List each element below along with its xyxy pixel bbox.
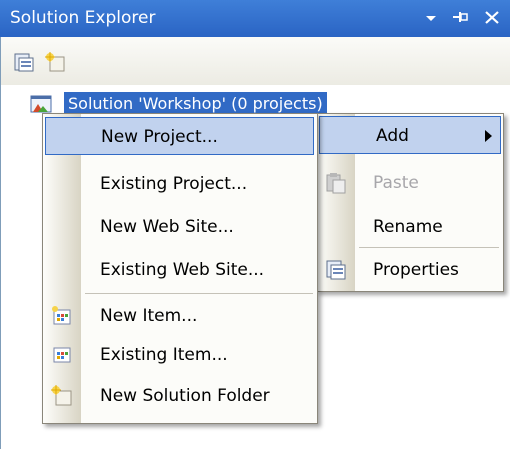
menu-item-add[interactable]: Add (319, 116, 501, 154)
menu-item-rename[interactable]: Rename (317, 208, 503, 246)
panel-border (0, 37, 1, 449)
menu-item-label: New Item... (100, 306, 198, 326)
context-menu: Add Paste Rename Properties (316, 113, 504, 292)
dropdown-arrow-icon[interactable] (421, 6, 441, 28)
title-bar: Solution Explorer (0, 0, 510, 37)
menu-item-properties[interactable]: Properties (317, 251, 503, 289)
menu-item-label: New Project... (101, 127, 218, 147)
menu-item-label: Existing Project... (100, 174, 248, 194)
show-all-files-icon[interactable] (44, 51, 66, 73)
menu-item-label: Rename (373, 217, 443, 237)
menu-item-new-web-site[interactable]: New Web Site... (43, 208, 317, 246)
paste-icon (326, 173, 346, 194)
menu-item-label: Properties (373, 260, 459, 280)
menu-item-label: New Solution Folder (100, 386, 270, 406)
menu-item-existing-web-site[interactable]: Existing Web Site... (43, 251, 317, 289)
add-submenu: New Project... Existing Project... New W… (42, 113, 318, 424)
window-title: Solution Explorer (10, 8, 156, 28)
menu-separator (85, 293, 313, 294)
menu-item-label: Paste (373, 173, 419, 193)
menu-item-label: New Web Site... (100, 217, 234, 237)
menu-item-paste[interactable]: Paste (317, 164, 503, 202)
existing-item-icon (53, 347, 71, 363)
menu-item-label: Existing Web Site... (100, 260, 265, 280)
properties-icon (326, 260, 346, 280)
menu-separator (359, 247, 499, 248)
menu-item-new-item[interactable]: New Item... (43, 297, 317, 335)
menu-item-existing-item[interactable]: Existing Item... (43, 336, 317, 374)
properties-icon[interactable] (13, 51, 35, 73)
submenu-arrow-icon (485, 130, 492, 142)
menu-item-label: Existing Item... (100, 345, 228, 365)
pin-icon[interactable] (450, 6, 470, 28)
menu-item-new-solution-folder[interactable]: New Solution Folder (43, 377, 317, 415)
new-item-icon (52, 306, 71, 325)
menu-item-new-project[interactable]: New Project... (45, 117, 314, 155)
menu-item-label: Add (376, 126, 409, 146)
solution-icon (30, 95, 52, 113)
close-icon[interactable] (482, 6, 502, 28)
new-folder-icon (51, 385, 72, 406)
menu-item-existing-project[interactable]: Existing Project... (43, 165, 317, 203)
toolbar (0, 37, 510, 85)
